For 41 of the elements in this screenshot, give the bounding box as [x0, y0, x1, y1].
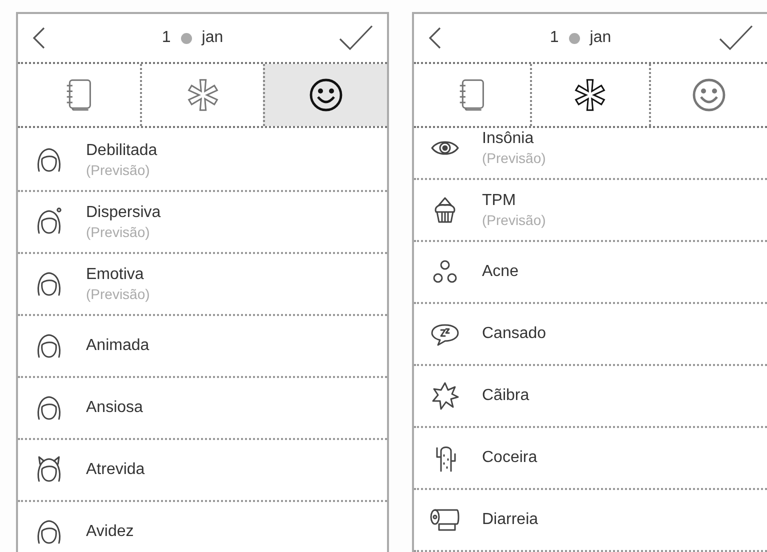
- forecast-note: (Previsão): [86, 162, 151, 178]
- smiley-icon: [308, 77, 344, 113]
- forecast-note: (Previsão): [86, 286, 150, 302]
- item-label: Dispersiva: [86, 204, 161, 222]
- circles-icon: [432, 259, 458, 285]
- item-label: Atrevida: [86, 461, 145, 479]
- asterisk-icon: [186, 78, 220, 112]
- day-label: 1: [162, 29, 171, 47]
- smiley-tab[interactable]: [263, 64, 387, 126]
- item-label: Emotiva: [86, 266, 145, 284]
- smiley-icon: [690, 77, 727, 113]
- sleep-bubble-icon: [430, 322, 460, 346]
- forecast-note: (Previsão): [86, 224, 151, 240]
- item-label: Diarreia: [482, 511, 538, 529]
- item-label: Ansiosa: [86, 399, 143, 417]
- month-label: jan: [202, 29, 224, 47]
- day-label: 1: [550, 29, 559, 47]
- toilet-roll-icon: [429, 508, 461, 532]
- notebook-icon: [458, 78, 486, 112]
- back-icon[interactable]: [32, 27, 46, 49]
- item-label: Avidez: [86, 523, 134, 541]
- cupcake-icon: [432, 195, 458, 225]
- notebook-icon: [64, 78, 93, 112]
- forecast-note: (Previsão): [482, 150, 546, 166]
- item-label: Debilitada: [86, 142, 158, 160]
- item-label: Acne: [482, 263, 518, 281]
- item-label: Insônia: [482, 130, 535, 148]
- item-label: TPM: [482, 192, 517, 210]
- month-label: jan: [590, 29, 612, 47]
- asterisk-icon: [573, 78, 608, 112]
- back-icon[interactable]: [428, 27, 442, 49]
- checkmark-icon[interactable]: [339, 25, 373, 51]
- checkmark-icon[interactable]: [719, 25, 753, 51]
- dot-icon: [568, 32, 580, 44]
- dot-icon: [180, 32, 192, 44]
- item-label: Cansado: [482, 325, 546, 343]
- forecast-note: (Previsão): [482, 212, 546, 228]
- item-label: Cãibra: [482, 387, 530, 405]
- item-label: Animada: [86, 337, 150, 355]
- burst-icon: [431, 381, 459, 411]
- item-label: Coceira: [482, 449, 538, 467]
